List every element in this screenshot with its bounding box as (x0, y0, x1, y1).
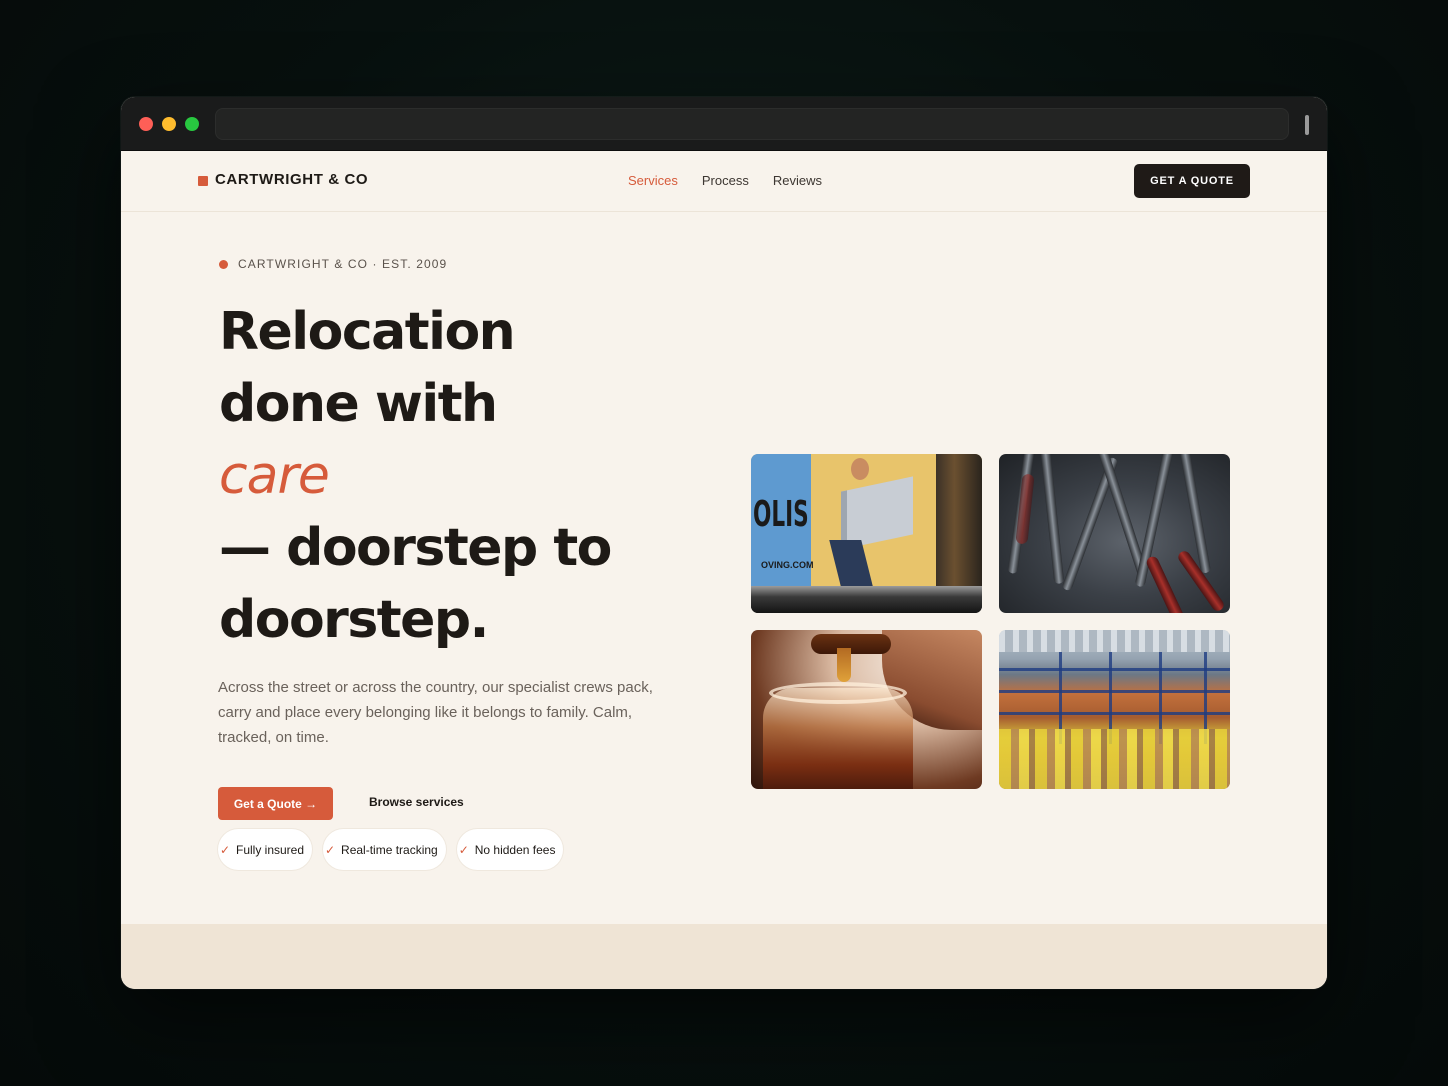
chip-label: Real-time tracking (341, 842, 438, 857)
headline-line-3: — doorstep to (219, 518, 612, 578)
eyebrow-dot-icon (219, 259, 228, 269)
browse-services-button[interactable]: Browse services (369, 795, 464, 809)
browser-window: CARTWRIGHT & CO Services Process Reviews… (121, 97, 1327, 989)
headline-line-2: done with (219, 374, 498, 434)
chip-no-hidden-fees: ✓ No hidden fees (456, 829, 564, 870)
truck-lettering: OLIS (753, 494, 809, 535)
close-window-button[interactable] (139, 117, 153, 131)
next-section-band (121, 924, 1327, 989)
warehouse-photo (999, 630, 1230, 789)
check-icon: ✓ (325, 842, 336, 857)
headline-accent: care (219, 446, 330, 506)
browser-chrome (121, 97, 1327, 151)
nav-link-reviews[interactable]: Reviews (773, 173, 822, 188)
chip-label: Fully insured (236, 842, 305, 857)
feature-chips: ✓ Fully insured ✓ Real-time tracking ✓ N… (218, 829, 564, 870)
check-icon: ✓ (458, 842, 469, 857)
maximize-window-button[interactable] (185, 117, 199, 131)
moving-truck-photo: OLIS OVING.COM (751, 454, 982, 613)
site-header: CARTWRIGHT & CO Services Process Reviews… (121, 151, 1327, 212)
nav-link-services[interactable]: Services (628, 173, 678, 188)
truck-website: OVING.COM (761, 560, 814, 570)
get-a-quote-nav-button[interactable]: GET A QUOTE (1134, 164, 1250, 198)
hero-section: CARTWRIGHT & CO · EST. 2009 Relocation d… (121, 212, 1327, 924)
nav-link-process[interactable]: Process (702, 173, 749, 188)
eyebrow-text: CARTWRIGHT & CO · EST. 2009 (238, 257, 448, 271)
tools-photo (999, 454, 1230, 613)
address-bar[interactable] (215, 108, 1289, 140)
main-nav: Services Process Reviews (628, 173, 822, 188)
check-icon: ✓ (219, 842, 231, 857)
brand-name[interactable]: CARTWRIGHT & CO (215, 171, 368, 188)
headline-line-1: Relocation (219, 302, 516, 362)
minimize-window-button[interactable] (162, 117, 176, 131)
brand-logo-icon (198, 176, 208, 186)
get-a-quote-button[interactable]: Get a Quote → (218, 787, 333, 820)
honey-jar-photo (751, 630, 982, 789)
chip-fully-insured: ✓ Fully insured (218, 829, 313, 870)
headline-line-4: doorstep. (219, 590, 489, 650)
chip-label: No hidden fees (474, 842, 556, 857)
hero-description: Across the street or across the country,… (218, 679, 653, 746)
chip-real-time-tracking: ✓ Real-time tracking (323, 829, 446, 870)
photo-gallery: OLIS OVING.COM (751, 454, 1230, 789)
window-menu-handle[interactable] (1305, 115, 1309, 135)
hero-eyebrow: CARTWRIGHT & CO · EST. 2009 (219, 257, 447, 271)
hero-headline: Relocation done with care — doorstep to … (219, 296, 659, 656)
